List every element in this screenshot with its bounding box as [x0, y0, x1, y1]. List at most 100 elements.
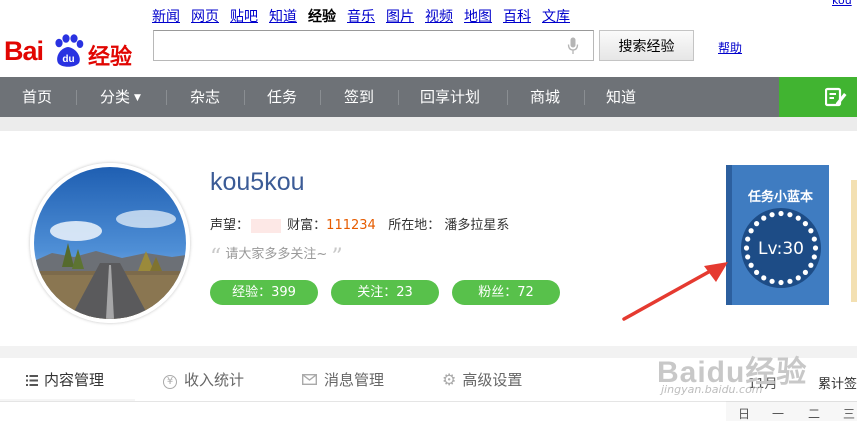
yen-icon: ¥ [163, 375, 177, 389]
badge-dot [743, 245, 750, 251]
nav-category[interactable]: 分类 ▼ [100, 77, 141, 117]
tab-message-management[interactable]: 消息管理 [301, 358, 384, 402]
top-nav-wenku[interactable]: 文库 [542, 6, 570, 26]
nav-home[interactable]: 首页 [22, 77, 52, 117]
badge-dot [769, 212, 775, 218]
top-nav-web[interactable]: 网页 [191, 6, 219, 26]
weekday-sun: 日 [738, 407, 751, 421]
weekday-wed: 三 [843, 407, 856, 421]
badge-dot [808, 228, 814, 234]
nav-zhidao[interactable]: 知道 [606, 77, 636, 117]
taskbook-card[interactable]: 任务小蓝本 Lv:30 [726, 165, 829, 305]
wealth-label: 财富： [287, 218, 327, 233]
chevron-down-icon: ▼ [134, 93, 141, 103]
close-quote-icon: ” [331, 245, 343, 270]
logo-latin: Bai [4, 36, 44, 66]
top-nav-music[interactable]: 音乐 [347, 6, 375, 26]
badge-dot [787, 278, 793, 284]
badge-dot [745, 254, 751, 260]
tab-label: 收入统计 [184, 371, 245, 389]
nav-category-label: 分类 [100, 88, 131, 106]
nav-separator [244, 90, 245, 105]
calendar-weekday-header: 日 一 二 三 [726, 401, 857, 421]
badge-dot [802, 221, 808, 227]
nav-separator [507, 90, 508, 105]
following-count-badge[interactable]: 关注：23 [331, 280, 439, 305]
badge-dot [754, 269, 760, 275]
top-nav-baike[interactable]: 百科 [503, 6, 531, 26]
search-button[interactable]: 搜索经验 [599, 30, 694, 61]
nav-tasks[interactable]: 任务 [267, 77, 297, 117]
avatar-road-image [34, 167, 186, 319]
mail-icon [301, 373, 318, 386]
badge-dot [769, 278, 775, 284]
weekday-mon: 一 [772, 407, 785, 421]
tab-income-stats[interactable]: ¥ 收入统计 [163, 358, 244, 402]
badge-dot [795, 215, 801, 221]
main-nav: 首页 分类 ▼ 杂志 任务 签到 回享计划 商城 知道 [0, 77, 857, 117]
top-nav-video[interactable]: 视频 [425, 6, 453, 26]
taskbook-title: 任务小蓝本 [747, 190, 813, 205]
tab-advanced-settings[interactable]: ⚙ 高级设置 [442, 358, 522, 402]
avatar[interactable] [30, 163, 190, 323]
experience-count-badge[interactable]: 经验：399 [210, 280, 318, 305]
nav-magazine[interactable]: 杂志 [190, 77, 220, 117]
tab-label: 高级设置 [462, 371, 523, 389]
nav-separator [320, 90, 321, 105]
top-nav-zhidao[interactable]: 知道 [269, 6, 297, 26]
edit-icon [825, 87, 847, 107]
top-nav-news[interactable]: 新闻 [152, 6, 180, 26]
baidu-logo[interactable]: Bai du 经验 [0, 16, 150, 70]
nav-checkin[interactable]: 签到 [344, 77, 374, 117]
user-corner-link[interactable]: kou [832, 0, 852, 7]
level-value: Lv:30 [758, 239, 804, 259]
badge-dot [795, 275, 801, 281]
annotation-arrow-icon [622, 262, 728, 321]
badge-dot [754, 221, 760, 227]
location-label: 所在地： [388, 218, 441, 233]
badge-dot [812, 245, 819, 251]
badge-dot [761, 275, 767, 281]
tab-content-management[interactable]: 内容管理 [26, 358, 104, 402]
open-quote-icon: “ [210, 245, 222, 270]
nav-separator [166, 90, 167, 105]
reputation-label: 声望： [210, 218, 250, 233]
profile-motto: “ 请大家多多关注~ ” [210, 243, 343, 270]
badge-dot [787, 212, 793, 218]
nav-separator [584, 90, 585, 105]
checkin-total-label: 累计签 [818, 377, 857, 392]
followers-count-badge[interactable]: 粉丝：72 [452, 280, 560, 305]
level-badge: Lv:30 [741, 208, 821, 288]
search-input[interactable] [153, 30, 594, 61]
profile-info-row: 声望： 财富：111234 所在地： 潘多拉星系 [210, 214, 509, 233]
write-experience-button[interactable] [779, 77, 857, 117]
wealth-value: 111234 [326, 218, 376, 233]
badge-dot [808, 262, 814, 268]
top-nav-map[interactable]: 地图 [464, 6, 492, 26]
location-value: 潘多拉星系 [444, 218, 510, 233]
top-nav-images[interactable]: 图片 [386, 6, 414, 26]
badge-dot [778, 279, 784, 286]
badge-dot [811, 254, 817, 260]
motto-text: 请大家多多关注~ [225, 247, 328, 262]
nav-separator [76, 90, 77, 105]
nav-mall[interactable]: 商城 [530, 77, 560, 117]
gear-icon: ⚙ [442, 370, 457, 389]
badge-dot [748, 228, 754, 234]
top-nav-jingyan[interactable]: 经验 [308, 6, 336, 26]
top-nav-tieba[interactable]: 贴吧 [230, 6, 258, 26]
badge-dot [748, 262, 754, 268]
tab-label: 内容管理 [44, 371, 105, 389]
username[interactable]: kou5kou [210, 168, 305, 197]
logo-cn-text: 经验 [88, 45, 133, 70]
top-nav: 新闻 网页 贴吧 知道 经验 音乐 图片 视频 地图 百科 文库 [152, 6, 570, 26]
paw-icon: du [55, 34, 84, 67]
header-divider [0, 117, 857, 131]
badge-dot [745, 236, 751, 242]
badge-dot [761, 215, 767, 221]
nav-separator [398, 90, 399, 105]
side-card-edge [851, 180, 857, 302]
help-link[interactable]: 帮助 [718, 39, 742, 56]
nav-share-plan[interactable]: 回享计划 [420, 77, 480, 117]
microphone-icon[interactable] [567, 37, 579, 55]
